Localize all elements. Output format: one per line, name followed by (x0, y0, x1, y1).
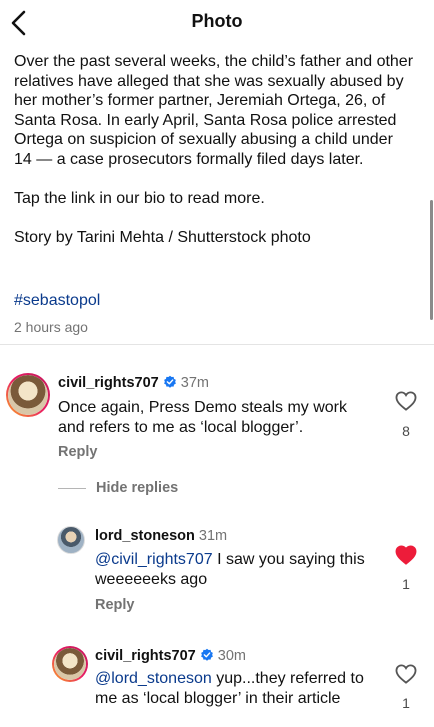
reply-button[interactable]: Reply (58, 444, 98, 460)
like-button[interactable] (395, 664, 417, 684)
heart-icon (395, 391, 417, 411)
comment-username-row: civil_rights707 30m (95, 648, 246, 664)
scrollbar[interactable] (430, 200, 433, 320)
comment-time: 30m (217, 648, 246, 664)
comment-username[interactable]: civil_rights707 (58, 375, 159, 391)
mention-link[interactable]: @civil_rights707 (95, 551, 213, 568)
verified-badge-icon (200, 648, 213, 661)
hide-replies-label: Hide replies (96, 480, 179, 496)
caption-credit: Story by Tarini Mehta / Shutterstock pho… (14, 229, 311, 247)
avatar[interactable] (57, 526, 85, 554)
avatar-image (8, 375, 48, 415)
avatar[interactable] (52, 646, 88, 682)
comment-text: @civil_rights707 I saw you saying this w… (95, 550, 365, 589)
like-count[interactable]: 1 (395, 695, 417, 711)
comment-username[interactable]: lord_stoneson (95, 528, 195, 544)
like-count[interactable]: 1 (395, 576, 417, 592)
divider (0, 344, 434, 345)
heart-filled-icon (395, 545, 417, 565)
post-timestamp: 2 hours ago (14, 319, 88, 335)
reply-button[interactable]: Reply (95, 597, 135, 613)
divider (58, 488, 86, 489)
comment-time: 37m (180, 375, 209, 391)
comment-time: 31m (198, 528, 228, 544)
heart-icon (395, 664, 417, 684)
verified-badge-icon (163, 375, 176, 388)
comment-username-row: lord_stoneson 31m (95, 528, 227, 544)
like-count[interactable]: 8 (395, 423, 417, 439)
caption-paragraph: Tap the link in our bio to read more. (14, 190, 265, 208)
like-button[interactable] (395, 391, 417, 411)
like-button[interactable] (395, 545, 417, 565)
caption-paragraph: Over the past several weeks, the child’s… (14, 53, 414, 168)
page-title: Photo (191, 11, 243, 31)
avatar[interactable] (6, 373, 50, 417)
top-nav-bar: Photo (0, 0, 434, 44)
comment-text: Once again, Press Demo steals my work an… (58, 399, 347, 436)
post-caption: Over the past several weeks, the child’s… (14, 52, 414, 248)
mention-link[interactable]: @lord_stoneson (95, 670, 212, 687)
comment-username[interactable]: civil_rights707 (95, 648, 196, 664)
avatar-image (54, 648, 86, 680)
hashtag-link[interactable]: #sebastopol (14, 292, 100, 310)
comment-username-row: civil_rights707 37m (58, 375, 209, 391)
comment-text: @lord_stoneson yup...they referred to me… (95, 669, 375, 708)
